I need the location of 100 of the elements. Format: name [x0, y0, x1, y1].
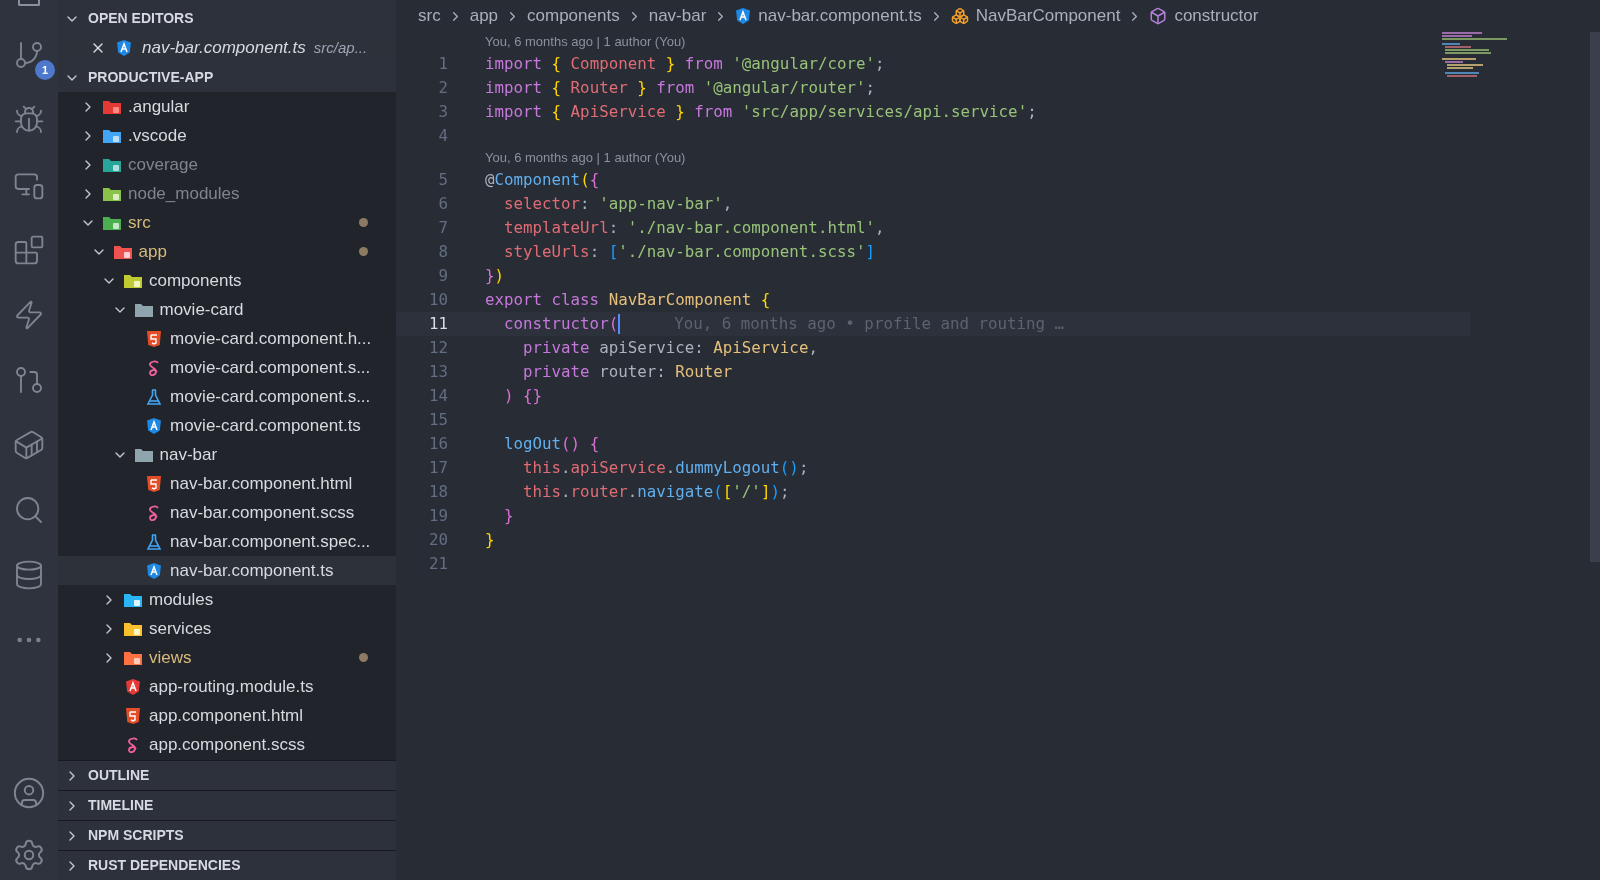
- file-row[interactable]: nav-bar.component.html: [58, 469, 396, 498]
- codelens-text[interactable]: You, 6 months ago | 1 author (You): [485, 148, 686, 168]
- breadcrumb-item[interactable]: NavBarComponent: [975, 3, 1121, 29]
- folder-icon: [102, 127, 122, 144]
- folder-row[interactable]: coverage: [58, 150, 396, 179]
- section-header[interactable]: PRODUCTIVE-APP: [58, 63, 396, 92]
- notification-badge: 1: [35, 60, 55, 80]
- folder-row[interactable]: components: [58, 266, 396, 295]
- file-name: node_modules: [128, 182, 240, 205]
- file-name: app.component.scss: [149, 733, 305, 756]
- code-line: import { Component } from '@angular/core';: [485, 53, 885, 76]
- code-line: import { Router } from '@angular/router';: [485, 77, 875, 100]
- folder-row[interactable]: .vscode: [58, 121, 396, 150]
- file-row[interactable]: movie-card.component.ts: [58, 411, 396, 440]
- section-header[interactable]: RUST DEPENDENCIES: [58, 851, 396, 880]
- file-name: nav-bar.component.ts: [170, 559, 334, 582]
- text-cursor: [618, 314, 621, 334]
- file-name: components: [149, 269, 242, 292]
- file-name: movie-card.component.s...: [170, 385, 371, 408]
- folder-row[interactable]: movie-card: [58, 295, 396, 324]
- breadcrumb-item[interactable]: components: [527, 3, 620, 29]
- code-line: }: [485, 529, 495, 552]
- file-row[interactable]: nav-bar.component.spec...: [58, 527, 396, 556]
- line-number: 3: [437, 101, 448, 124]
- folder-row[interactable]: views: [58, 643, 396, 672]
- flask-icon: [146, 387, 162, 406]
- database-icon[interactable]: [13, 558, 45, 591]
- folder-icon: [102, 156, 122, 173]
- section-header[interactable]: OUTLINE: [58, 761, 396, 790]
- file-row[interactable]: movie-card.component.s...: [58, 382, 396, 411]
- breadcrumb-item[interactable]: constructor: [1174, 3, 1259, 29]
- folder-row[interactable]: nav-bar: [58, 440, 396, 469]
- code-line: templateUrl: './nav-bar.component.html',: [503, 217, 885, 240]
- shield-icon: [146, 561, 162, 580]
- file-name: coverage: [128, 153, 198, 176]
- file-name: movie-card.component.s...: [170, 356, 371, 379]
- file-name: src: [128, 211, 151, 234]
- folder-icon: [112, 243, 133, 260]
- line-number: 15: [427, 409, 448, 432]
- section-title: OPEN EDITORS: [88, 9, 194, 28]
- folder-row[interactable]: app: [58, 237, 396, 266]
- file-row[interactable]: app.component.scss: [58, 730, 396, 759]
- folder-icon: [102, 214, 122, 231]
- line-number: 16: [427, 433, 448, 456]
- open-editor-item[interactable]: nav-bar.component.ts src/ap...: [58, 33, 396, 63]
- folder-icon: [123, 620, 143, 637]
- code-line: this.apiService.dummyLogout();: [522, 457, 809, 480]
- folder-row[interactable]: services: [58, 614, 396, 643]
- code-line: selector: 'app-nav-bar',: [503, 193, 733, 216]
- breadcrumb-item[interactable]: src: [418, 3, 441, 29]
- code-line: @Component({: [485, 169, 600, 192]
- file-path: src/ap...: [313, 37, 368, 58]
- file-row[interactable]: app-routing.module.ts: [58, 672, 396, 701]
- breadcrumb-item[interactable]: nav-bar: [648, 3, 707, 29]
- file-name: services: [149, 617, 212, 640]
- line-number: 20: [427, 529, 448, 552]
- file-name: nav-bar.component.ts: [142, 37, 306, 60]
- breadcrumb-item[interactable]: nav-bar.component.ts: [758, 3, 922, 29]
- folder-row[interactable]: .angular: [58, 92, 396, 121]
- file-row[interactable]: movie-card.component.s...: [58, 353, 396, 382]
- line-number: 10: [427, 289, 448, 312]
- line-number: 8: [437, 241, 448, 264]
- code-line: }: [503, 505, 514, 528]
- file-name: movie-card: [159, 298, 244, 321]
- section-header[interactable]: OPEN EDITORS: [58, 4, 396, 33]
- file-row[interactable]: movie-card.component.h...: [58, 324, 396, 353]
- section-title: TIMELINE: [88, 796, 154, 815]
- file-row[interactable]: app.component.html: [58, 701, 396, 730]
- line-number: 9: [437, 265, 448, 288]
- method-symbol-icon: [1149, 7, 1168, 25]
- files-icon[interactable]: [18, 0, 40, 6]
- file-name: app-routing.module.ts: [149, 675, 314, 698]
- line-number: 6: [437, 193, 448, 216]
- extensions-icon[interactable]: [13, 233, 45, 266]
- line-number: 13: [427, 361, 448, 384]
- folder-row[interactable]: node_modules: [58, 179, 396, 208]
- folder-row[interactable]: modules: [58, 585, 396, 614]
- section-title: OUTLINE: [88, 766, 150, 785]
- file-row[interactable]: nav-bar.component.ts: [58, 556, 396, 585]
- section-header[interactable]: TIMELINE: [58, 791, 396, 820]
- lightning-icon[interactable]: [13, 298, 45, 331]
- code-line: private router: Router: [522, 361, 733, 384]
- breadcrumb-item[interactable]: app: [469, 3, 499, 29]
- section-title: NPM SCRIPTS: [88, 826, 184, 845]
- class-symbol-icon: [950, 7, 969, 25]
- line-number: 1: [437, 53, 448, 76]
- folder-row[interactable]: src: [58, 208, 396, 237]
- file-name: .angular: [128, 95, 190, 118]
- settings-icon[interactable]: [12, 838, 46, 872]
- container-icon[interactable]: [13, 428, 45, 461]
- file-name: .vscode: [128, 124, 187, 147]
- section-header[interactable]: NPM SCRIPTS: [58, 821, 396, 850]
- shield-icon: [125, 677, 141, 696]
- code-line: styleUrls: ['./nav-bar.component.scss']: [503, 241, 875, 264]
- file-name: app: [138, 240, 167, 263]
- file-row[interactable]: nav-bar.component.scss: [58, 498, 396, 527]
- account-icon[interactable]: [12, 776, 46, 810]
- codelens-text[interactable]: You, 6 months ago | 1 author (You): [485, 32, 686, 52]
- folder-icon: [133, 446, 154, 463]
- run-debug-icon[interactable]: [13, 103, 45, 136]
